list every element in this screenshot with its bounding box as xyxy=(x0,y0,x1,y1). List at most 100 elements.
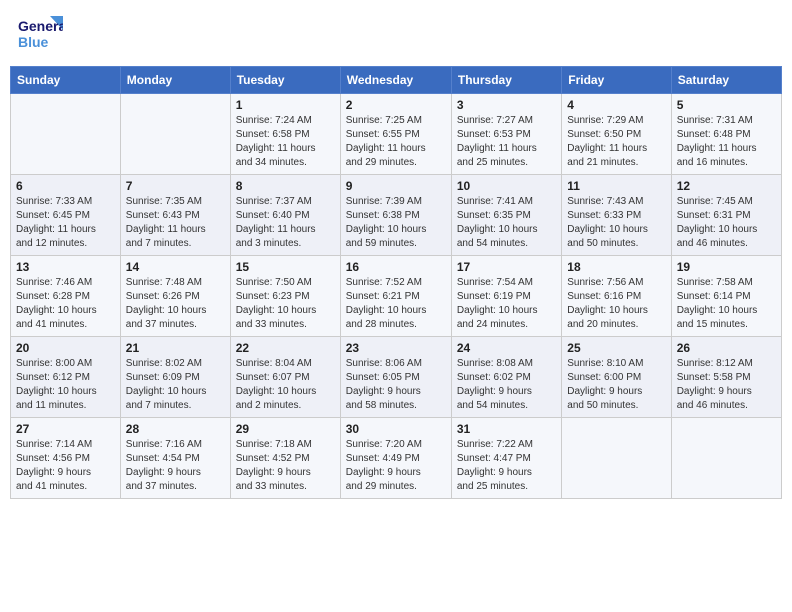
calendar-cell: 3 Sunrise: 7:27 AM Sunset: 6:53 PM Daylig… xyxy=(451,94,561,175)
day-number: 27 xyxy=(16,422,115,436)
calendar-cell: 26 Sunrise: 8:12 AM Sunset: 5:58 PM Dayli… xyxy=(671,337,781,418)
day-detail: Sunrise: 7:29 AM Sunset: 6:50 PM Dayligh… xyxy=(567,114,665,170)
weekday-header: Thursday xyxy=(451,67,561,94)
day-detail: Sunrise: 8:12 AM Sunset: 5:58 PM Dayligh… xyxy=(677,357,776,413)
calendar-cell: 11 Sunrise: 7:43 AM Sunset: 6:33 PM Dayli… xyxy=(562,175,671,256)
calendar-cell: 8 Sunrise: 7:37 AM Sunset: 6:40 PM Daylig… xyxy=(230,175,340,256)
calendar-cell: 17Sunrise: 7:54 AM Sunset: 6:19 PM Dayli… xyxy=(451,256,561,337)
day-detail: Sunrise: 7:41 AM Sunset: 6:35 PM Dayligh… xyxy=(457,195,556,251)
day-number: 11 xyxy=(567,179,665,193)
day-number: 21 xyxy=(126,341,225,355)
calendar-cell: 13 Sunrise: 7:46 AM Sunset: 6:28 PM Dayli… xyxy=(11,256,121,337)
calendar-cell: 2 Sunrise: 7:25 AM Sunset: 6:55 PM Daylig… xyxy=(340,94,451,175)
calendar-cell: 25Sunrise: 8:10 AM Sunset: 6:00 PM Dayli… xyxy=(562,337,671,418)
day-detail: Sunrise: 7:46 AM Sunset: 6:28 PM Dayligh… xyxy=(16,276,115,332)
day-detail: Sunrise: 7:56 AM Sunset: 6:16 PM Dayligh… xyxy=(567,276,665,332)
calendar-week-row: 1Sunrise: 7:24 AM Sunset: 6:58 PM Daylig… xyxy=(11,94,782,175)
day-detail: Sunrise: 8:04 AM Sunset: 6:07 PM Dayligh… xyxy=(236,357,335,413)
calendar-table: SundayMondayTuesdayWednesdayThursdayFrid… xyxy=(10,66,782,499)
weekday-row: SundayMondayTuesdayWednesdayThursdayFrid… xyxy=(11,67,782,94)
calendar-week-row: 13 Sunrise: 7:46 AM Sunset: 6:28 PM Dayli… xyxy=(11,256,782,337)
calendar-cell: 29Sunrise: 7:18 AM Sunset: 4:52 PM Dayli… xyxy=(230,418,340,499)
day-detail: Sunrise: 7:22 AM Sunset: 4:47 PM Dayligh… xyxy=(457,438,556,494)
calendar-cell: 18 Sunrise: 7:56 AM Sunset: 6:16 PM Dayli… xyxy=(562,256,671,337)
calendar-cell: 6 Sunrise: 7:33 AM Sunset: 6:45 PM Daylig… xyxy=(11,175,121,256)
svg-text:Blue: Blue xyxy=(18,34,49,50)
page-header: GeneralBlue xyxy=(10,10,782,58)
day-number: 24 xyxy=(457,341,556,355)
day-number: 19 xyxy=(677,260,776,274)
calendar-cell: 12 Sunrise: 7:45 AM Sunset: 6:31 PM Dayli… xyxy=(671,175,781,256)
logo-svg: GeneralBlue xyxy=(18,14,63,54)
day-detail: Sunrise: 7:58 AM Sunset: 6:14 PM Dayligh… xyxy=(677,276,776,332)
day-detail: Sunrise: 8:00 AM Sunset: 6:12 PM Dayligh… xyxy=(16,357,115,413)
day-detail: Sunrise: 8:08 AM Sunset: 6:02 PM Dayligh… xyxy=(457,357,556,413)
day-detail: Sunrise: 7:45 AM Sunset: 6:31 PM Dayligh… xyxy=(677,195,776,251)
day-detail: Sunrise: 7:18 AM Sunset: 4:52 PM Dayligh… xyxy=(236,438,335,494)
day-detail: Sunrise: 7:37 AM Sunset: 6:40 PM Dayligh… xyxy=(236,195,335,251)
day-number: 8 xyxy=(236,179,335,193)
calendar-cell: 28Sunrise: 7:16 AM Sunset: 4:54 PM Dayli… xyxy=(120,418,230,499)
day-number: 13 xyxy=(16,260,115,274)
day-detail: Sunrise: 7:54 AM Sunset: 6:19 PM Dayligh… xyxy=(457,276,556,332)
day-detail: Sunrise: 7:20 AM Sunset: 4:49 PM Dayligh… xyxy=(346,438,446,494)
day-detail: Sunrise: 7:35 AM Sunset: 6:43 PM Dayligh… xyxy=(126,195,225,251)
day-number: 3 xyxy=(457,98,556,112)
weekday-header: Tuesday xyxy=(230,67,340,94)
day-number: 15 xyxy=(236,260,335,274)
calendar-cell xyxy=(120,94,230,175)
weekday-header: Wednesday xyxy=(340,67,451,94)
calendar-cell: 20Sunrise: 8:00 AM Sunset: 6:12 PM Dayli… xyxy=(11,337,121,418)
calendar-cell: 15Sunrise: 7:50 AM Sunset: 6:23 PM Dayli… xyxy=(230,256,340,337)
calendar-cell: 19 Sunrise: 7:58 AM Sunset: 6:14 PM Dayli… xyxy=(671,256,781,337)
day-detail: Sunrise: 7:31 AM Sunset: 6:48 PM Dayligh… xyxy=(677,114,776,170)
day-number: 2 xyxy=(346,98,446,112)
calendar-cell: 22 Sunrise: 8:04 AM Sunset: 6:07 PM Dayli… xyxy=(230,337,340,418)
calendar-cell: 24 Sunrise: 8:08 AM Sunset: 6:02 PM Dayli… xyxy=(451,337,561,418)
calendar-cell: 10 Sunrise: 7:41 AM Sunset: 6:35 PM Dayli… xyxy=(451,175,561,256)
day-number: 18 xyxy=(567,260,665,274)
weekday-header: Sunday xyxy=(11,67,121,94)
day-number: 10 xyxy=(457,179,556,193)
day-number: 14 xyxy=(126,260,225,274)
day-detail: Sunrise: 7:48 AM Sunset: 6:26 PM Dayligh… xyxy=(126,276,225,332)
calendar-cell: 30 Sunrise: 7:20 AM Sunset: 4:49 PM Dayli… xyxy=(340,418,451,499)
calendar-week-row: 6 Sunrise: 7:33 AM Sunset: 6:45 PM Daylig… xyxy=(11,175,782,256)
day-number: 16 xyxy=(346,260,446,274)
day-number: 30 xyxy=(346,422,446,436)
day-detail: Sunrise: 8:02 AM Sunset: 6:09 PM Dayligh… xyxy=(126,357,225,413)
weekday-header: Friday xyxy=(562,67,671,94)
day-number: 25 xyxy=(567,341,665,355)
calendar-cell: 1Sunrise: 7:24 AM Sunset: 6:58 PM Daylig… xyxy=(230,94,340,175)
day-detail: Sunrise: 7:16 AM Sunset: 4:54 PM Dayligh… xyxy=(126,438,225,494)
day-number: 22 xyxy=(236,341,335,355)
calendar-cell: 7 Sunrise: 7:35 AM Sunset: 6:43 PM Daylig… xyxy=(120,175,230,256)
calendar-week-row: 20Sunrise: 8:00 AM Sunset: 6:12 PM Dayli… xyxy=(11,337,782,418)
day-number: 12 xyxy=(677,179,776,193)
day-number: 26 xyxy=(677,341,776,355)
calendar-cell: 5 Sunrise: 7:31 AM Sunset: 6:48 PM Daylig… xyxy=(671,94,781,175)
logo: GeneralBlue xyxy=(18,14,63,54)
day-number: 6 xyxy=(16,179,115,193)
day-detail: Sunrise: 7:25 AM Sunset: 6:55 PM Dayligh… xyxy=(346,114,446,170)
day-number: 4 xyxy=(567,98,665,112)
day-number: 5 xyxy=(677,98,776,112)
calendar-header: SundayMondayTuesdayWednesdayThursdayFrid… xyxy=(11,67,782,94)
calendar-cell xyxy=(11,94,121,175)
calendar-cell: 31Sunrise: 7:22 AM Sunset: 4:47 PM Dayli… xyxy=(451,418,561,499)
day-detail: Sunrise: 7:33 AM Sunset: 6:45 PM Dayligh… xyxy=(16,195,115,251)
calendar-body: 1Sunrise: 7:24 AM Sunset: 6:58 PM Daylig… xyxy=(11,94,782,499)
calendar-cell: 27 Sunrise: 7:14 AM Sunset: 4:56 PM Dayli… xyxy=(11,418,121,499)
day-detail: Sunrise: 7:43 AM Sunset: 6:33 PM Dayligh… xyxy=(567,195,665,251)
day-detail: Sunrise: 7:14 AM Sunset: 4:56 PM Dayligh… xyxy=(16,438,115,494)
calendar-week-row: 27 Sunrise: 7:14 AM Sunset: 4:56 PM Dayli… xyxy=(11,418,782,499)
calendar-cell: 9 Sunrise: 7:39 AM Sunset: 6:38 PM Daylig… xyxy=(340,175,451,256)
day-number: 7 xyxy=(126,179,225,193)
day-number: 9 xyxy=(346,179,446,193)
weekday-header: Monday xyxy=(120,67,230,94)
day-detail: Sunrise: 8:06 AM Sunset: 6:05 PM Dayligh… xyxy=(346,357,446,413)
day-detail: Sunrise: 7:39 AM Sunset: 6:38 PM Dayligh… xyxy=(346,195,446,251)
day-detail: Sunrise: 7:27 AM Sunset: 6:53 PM Dayligh… xyxy=(457,114,556,170)
calendar-cell: 16Sunrise: 7:52 AM Sunset: 6:21 PM Dayli… xyxy=(340,256,451,337)
day-detail: Sunrise: 7:24 AM Sunset: 6:58 PM Dayligh… xyxy=(236,114,335,170)
